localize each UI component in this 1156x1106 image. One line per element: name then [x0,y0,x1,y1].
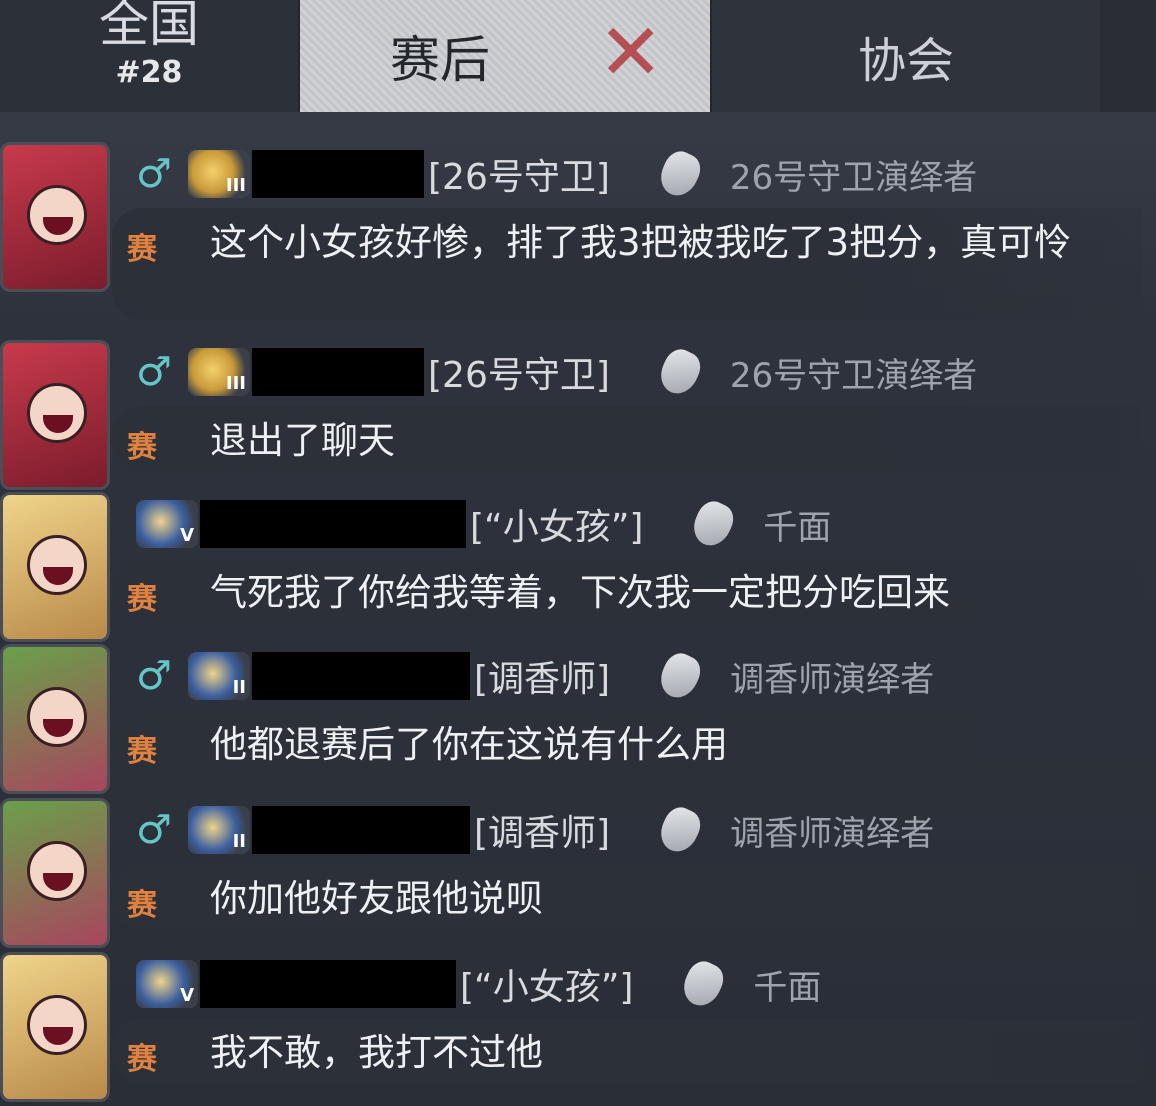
sender-row: ♂ II [调香师] 调香师演绎者 [136,802,934,858]
sender-role: [26号守卫] [428,355,610,396]
avatar[interactable] [0,798,110,948]
redacted-username [252,348,424,396]
redacted-username [200,500,466,548]
tab-association[interactable]: 协会 [710,0,1100,112]
title-tag-icon [654,146,706,202]
message-bubble: 赛 他都退赛后了你在这说有什么用 [112,710,1142,776]
redacted-username [252,806,470,854]
message-text: 我不敢，我打不过他 [210,1031,543,1074]
message-bubble: 赛 退出了聊天 [112,406,1142,472]
tab-association-label: 协会 [857,33,954,89]
rank-tier: II [232,831,246,852]
title-tag-icon [687,496,740,552]
national-rank: #28 [115,54,183,90]
chat-message: ♂ III [26号守卫] 26号守卫演绎者 赛 退出了聊天 [0,340,1156,490]
message-text: 退出了聊天 [210,419,395,462]
sender-role: [调香师] [474,813,611,854]
sender-role: [调香师] [474,659,611,700]
avatar[interactable] [0,340,110,490]
rank-badge-icon: III [188,150,250,198]
tab-post-game[interactable]: 赛后 ✕ [300,0,710,112]
avatar[interactable] [0,492,110,642]
rank-tier: V [180,985,194,1006]
sender-row: ♂ II [调香师] 调香师演绎者 [136,648,934,704]
sender-row: ♂ III [26号守卫] 26号守卫演绎者 [136,146,977,202]
post-game-tag-icon: 赛 [127,582,157,617]
sender-row: V [“小女孩”] 千面 [136,496,831,552]
message-text: 你加他好友跟他说呗 [210,877,543,920]
rank-badge-icon: II [188,806,250,854]
male-icon: ♂ [136,349,172,395]
sender-role: [26号守卫] [428,157,610,198]
tab-national-label: 全国 [99,0,199,53]
post-game-tag-icon: 赛 [127,734,157,769]
rank-badge-icon: V [136,960,198,1008]
chat-screen: 全国 #28 赛后 ✕ 协会 ♂ III [26号守卫] 26号守卫演绎者 赛 … [0,0,1156,1106]
redacted-username [252,652,470,700]
sender-title: 千面 [753,967,822,1008]
sender-role: [“小女孩”] [470,507,644,548]
sender-title: 26号守卫演绎者 [729,355,978,396]
male-icon: ♂ [136,653,172,699]
title-tag-icon [654,802,706,858]
tab-bar-filler [1100,0,1156,112]
rank-badge-icon: III [188,348,250,396]
channel-tabs: 全国 #28 赛后 ✕ 协会 [0,0,1156,112]
message-text: 气死我了你给我等着，下次我一定把分吃回来 [210,571,950,614]
rank-tier: V [180,525,194,546]
message-bubble: 赛 这个小女孩好惨，排了我3把被我吃了3把分，真可怜 [112,208,1142,320]
redacted-username [200,960,456,1008]
rank-tier: II [232,677,246,698]
chat-message: ♂ III [26号守卫] 26号守卫演绎者 赛 这个小女孩好惨，排了我3把被我… [0,142,1156,322]
male-icon: ♂ [136,807,172,853]
message-text: 这个小女孩好惨，排了我3把被我吃了3把分，真可怜 [210,221,1072,264]
male-icon: ♂ [136,151,172,197]
post-game-tag-icon: 赛 [127,430,157,465]
message-bubble: 赛 我不敢，我打不过他 [112,1018,1142,1084]
sender-title: 调香师演绎者 [730,813,935,854]
rank-tier: III [225,175,246,196]
chat-message: ♂ II [调香师] 调香师演绎者 赛 你加他好友跟他说呗 [0,798,1156,948]
chat-message: V [“小女孩”] 千面 赛 气死我了你给我等着，下次我一定把分吃回来 [0,492,1156,642]
message-bubble: 赛 气死我了你给我等着，下次我一定把分吃回来 [112,558,1142,624]
redacted-username [252,150,424,198]
sender-title: 26号守卫演绎者 [729,157,978,198]
message-bubble: 赛 你加他好友跟他说呗 [112,864,1142,930]
sender-role: [“小女孩”] [460,967,634,1008]
sender-row: V [“小女孩”] 千面 [136,956,821,1012]
title-tag-icon [677,956,730,1012]
sender-title: 千面 [763,507,832,548]
avatar[interactable] [0,952,110,1102]
sender-title: 调香师演绎者 [730,659,935,700]
rank-badge-icon: II [188,652,250,700]
close-icon[interactable]: ✕ [598,8,663,98]
avatar[interactable] [0,142,110,292]
chat-message: ♂ II [调香师] 调香师演绎者 赛 他都退赛后了你在这说有什么用 [0,644,1156,794]
rank-badge-icon: V [136,500,198,548]
post-game-tag-icon: 赛 [127,232,157,267]
rank-tier: III [225,373,246,394]
post-game-tag-icon: 赛 [127,888,157,923]
tab-national[interactable]: 全国 #28 [0,0,300,112]
chat-message: V [“小女孩”] 千面 赛 我不敢，我打不过他 [0,952,1156,1102]
title-tag-icon [654,344,706,400]
title-tag-icon [654,648,706,704]
tab-post-game-label: 赛后 [390,31,490,89]
post-game-tag-icon: 赛 [127,1042,157,1077]
message-text: 他都退赛后了你在这说有什么用 [210,723,728,766]
sender-row: ♂ III [26号守卫] 26号守卫演绎者 [136,344,977,400]
avatar[interactable] [0,644,110,794]
